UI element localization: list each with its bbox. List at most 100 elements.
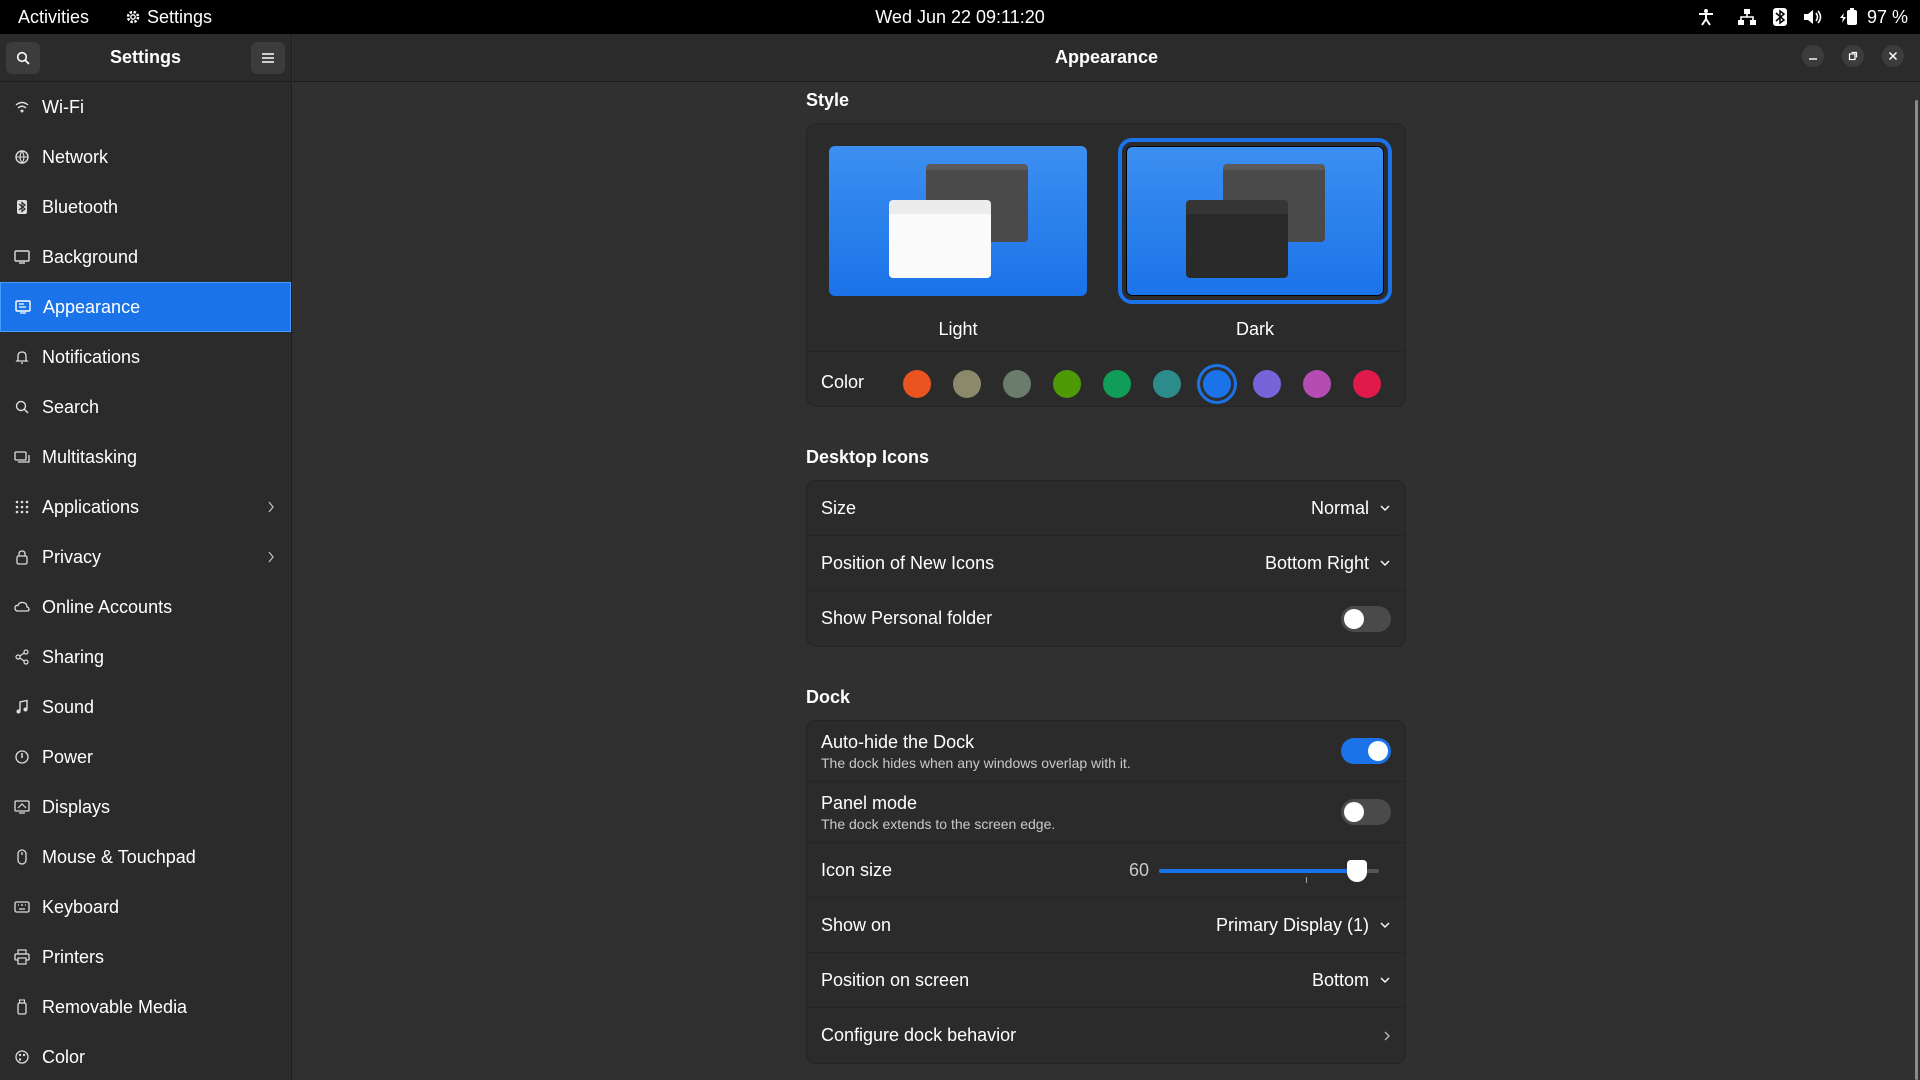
dock-section-title: Dock xyxy=(806,687,851,707)
clock[interactable]: Wed Jun 22 09:11:20 xyxy=(875,7,1044,28)
sidebar-item-label: Printers xyxy=(42,946,105,967)
scrollbar[interactable] xyxy=(1915,100,1918,1080)
network-wired-icon xyxy=(1737,9,1756,25)
accent-color-swatch[interactable] xyxy=(1203,370,1231,398)
sidebar-item-label: Mouse & Touchpad xyxy=(42,846,196,867)
dock-card: Auto-hide the Dock The dock hides when a… xyxy=(806,720,1406,1064)
sidebar-item-online-accounts[interactable]: Online Accounts xyxy=(0,582,291,632)
sidebar-item-privacy[interactable]: Privacy xyxy=(0,532,291,582)
new-icons-position-label: Position of New Icons xyxy=(821,552,995,573)
search-icon xyxy=(14,399,30,415)
minimize-button[interactable] xyxy=(1802,45,1824,67)
sidebar-item-label: Privacy xyxy=(42,546,102,567)
sidebar-item-label: Power xyxy=(42,746,94,767)
activities-button[interactable]: Activities xyxy=(18,7,89,28)
sidebar-item-mouse-touchpad[interactable]: Mouse & Touchpad xyxy=(0,832,291,882)
share-icon xyxy=(14,649,30,665)
slider-thumb[interactable] xyxy=(1347,860,1367,882)
slider-fill xyxy=(1159,869,1357,873)
sidebar-item-label: Background xyxy=(42,246,139,267)
accent-color-swatch[interactable] xyxy=(903,370,931,398)
sidebar-item-sharing[interactable]: Sharing xyxy=(0,632,291,682)
network-icon xyxy=(14,149,30,165)
battery-percentage: 97 % xyxy=(1866,6,1908,27)
sidebar-item-keyboard[interactable]: Keyboard xyxy=(0,882,291,932)
accent-color-swatches xyxy=(903,370,1381,398)
close-button[interactable] xyxy=(1882,45,1904,67)
accent-color-swatch[interactable] xyxy=(1353,370,1381,398)
desktop-icons-section-title: Desktop Icons xyxy=(806,447,930,467)
app-menu[interactable]: Settings xyxy=(125,7,212,28)
accessibility-icon[interactable] xyxy=(1697,8,1715,26)
autohide-toggle[interactable] xyxy=(1341,738,1391,764)
accent-color-swatch[interactable] xyxy=(1103,370,1131,398)
accent-color-swatch[interactable] xyxy=(1303,370,1331,398)
panel-mode-toggle[interactable] xyxy=(1341,799,1391,825)
sidebar-item-color[interactable]: Color xyxy=(0,1032,291,1080)
search-icon xyxy=(16,51,30,65)
sidebar-item-notifications[interactable]: Notifications xyxy=(0,332,291,382)
sidebar-item-search[interactable]: Search xyxy=(0,382,291,432)
sidebar-item-power[interactable]: Power xyxy=(0,732,291,782)
accent-color-swatch[interactable] xyxy=(953,370,981,398)
top-bar: Activities Settings Wed Jun 22 09:11:20 … xyxy=(0,0,1920,34)
dock-position-row[interactable]: Position on screen Bottom xyxy=(807,953,1405,1008)
style-section-title: Style xyxy=(806,90,850,110)
music-note-icon xyxy=(14,699,30,715)
usb-icon xyxy=(14,999,30,1015)
bluetooth-icon xyxy=(14,199,30,215)
sidebar-item-network[interactable]: Network xyxy=(0,132,291,182)
keyboard-icon xyxy=(14,899,30,915)
sidebar-item-label: Multitasking xyxy=(42,446,138,467)
icon-size-dropdown[interactable]: Normal xyxy=(1311,498,1369,519)
lock-icon xyxy=(14,549,30,565)
sidebar-item-label: Bluetooth xyxy=(42,196,119,217)
sidebar-item-bluetooth[interactable]: Bluetooth xyxy=(0,182,291,232)
sidebar-item-sound[interactable]: Sound xyxy=(0,682,291,732)
dock-icon-size-row: Icon size 60 xyxy=(807,843,1405,898)
sidebar-item-label: Keyboard xyxy=(42,896,120,917)
new-icons-position-dropdown[interactable]: Bottom Right xyxy=(1265,553,1369,574)
system-tray[interactable]: 97 % xyxy=(1697,0,1908,34)
sidebar-item-multitasking[interactable]: Multitasking xyxy=(0,432,291,482)
volume-icon xyxy=(1803,10,1822,24)
sidebar-item-background[interactable]: Background xyxy=(0,232,291,282)
accent-color-swatch[interactable] xyxy=(1153,370,1181,398)
style-card: Light Dark Color xyxy=(806,123,1406,407)
chevron-down-icon xyxy=(1380,977,1390,983)
main-menu-button[interactable] xyxy=(250,41,285,74)
style-light-option[interactable] xyxy=(829,146,1087,296)
toggle-knob xyxy=(1344,802,1364,822)
sidebar-item-wi-fi[interactable]: Wi-Fi xyxy=(0,82,291,132)
sidebar-item-removable-media[interactable]: Removable Media xyxy=(0,982,291,1032)
accent-color-swatch[interactable] xyxy=(1053,370,1081,398)
configure-dock-row[interactable]: Configure dock behavior xyxy=(807,1008,1405,1063)
personal-folder-label: Show Personal folder xyxy=(821,608,993,628)
sidebar-item-printers[interactable]: Printers xyxy=(0,932,291,982)
show-on-row[interactable]: Show on Primary Display (1) xyxy=(807,898,1405,953)
dock-icon-size-slider[interactable] xyxy=(1159,860,1379,883)
app-name: Settings xyxy=(147,6,213,27)
accent-color-swatch[interactable] xyxy=(1253,370,1281,398)
sidebar-title: Settings xyxy=(109,47,181,67)
dock-position-dropdown[interactable]: Bottom xyxy=(1312,970,1369,991)
icon-size-row[interactable]: Size Normal xyxy=(807,481,1405,536)
mouse-icon xyxy=(14,849,30,865)
panel-mode-label: Panel mode xyxy=(821,792,918,813)
sidebar-item-displays[interactable]: Displays xyxy=(0,782,291,832)
sidebar-list: Wi-Fi Network Bluetooth Background Appearanc… xyxy=(0,82,291,1080)
new-icons-position-row[interactable]: Position of New Icons Bottom Right xyxy=(807,536,1405,591)
sidebar-item-appearance[interactable]: Appearance xyxy=(0,282,291,332)
sidebar-item-applications[interactable]: Applications xyxy=(0,482,291,532)
sidebar-item-label: Online Accounts xyxy=(42,596,173,617)
search-button[interactable] xyxy=(6,41,40,74)
maximize-button[interactable] xyxy=(1842,45,1864,67)
personal-folder-toggle[interactable] xyxy=(1341,605,1391,632)
slider-mark xyxy=(1306,877,1307,883)
appearance-content: Style Light Dark Color Desktop Icons Siz… xyxy=(293,82,1920,1080)
accent-color-swatch[interactable] xyxy=(1003,370,1031,398)
style-dark-option[interactable] xyxy=(1118,138,1392,304)
sidebar-item-label: Removable Media xyxy=(42,996,188,1017)
color-label: Color xyxy=(821,372,865,392)
show-on-dropdown[interactable]: Primary Display (1) xyxy=(1216,915,1369,936)
